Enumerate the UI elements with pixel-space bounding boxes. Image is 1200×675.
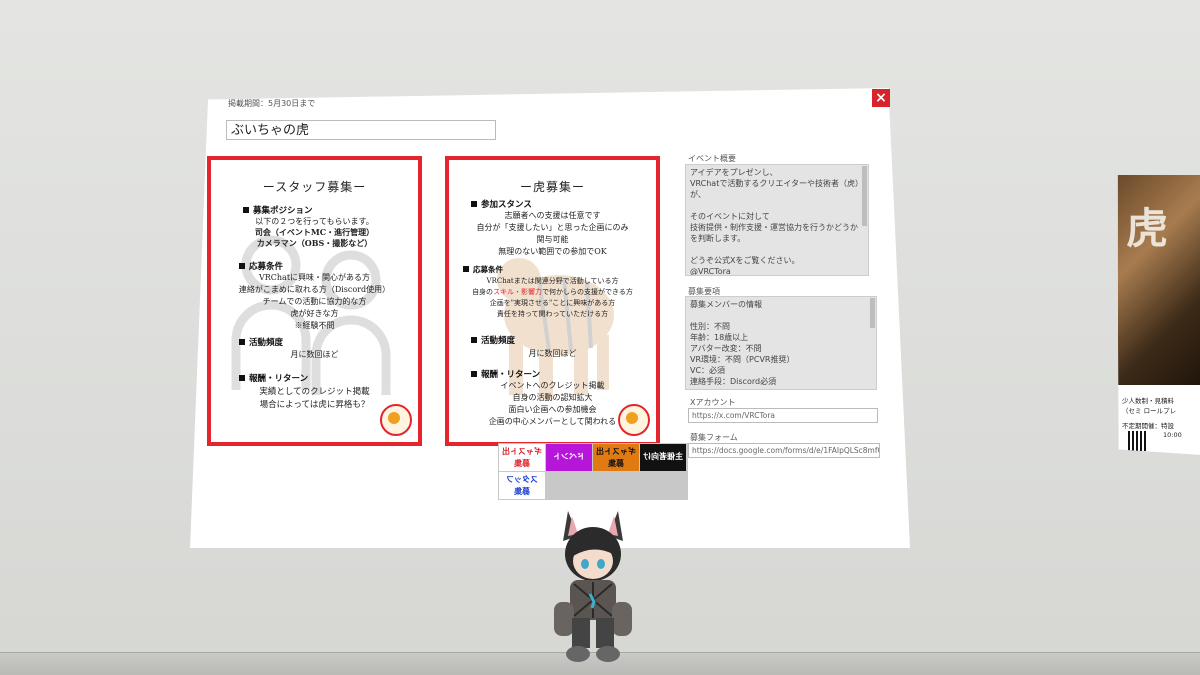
tiger-section-heading: 参加スタンス [471, 198, 532, 210]
staff-line: VRChatに興味・関心がある方 [258, 273, 371, 282]
textarea-line: 募集メンバーの情報 [690, 300, 762, 309]
textarea-line: アイデアをプレゼンし、 [690, 168, 778, 177]
poster-text: 少人数制・見積料 [1122, 397, 1174, 405]
textarea-line: を判断します。 [690, 234, 746, 243]
tiger-line: 責任を持って関わっていただける方 [496, 310, 609, 318]
textarea-line: 技術提供・制作支援・運営協力を行うかどうか [690, 223, 858, 232]
tiger-line: 関与可能 [536, 235, 569, 244]
avatar [554, 511, 632, 662]
staff-line: 連絡がこまめに取れる方（Discord使用） [238, 285, 391, 294]
form-url-field[interactable]: https://docs.google.com/forms/d/e/1FAIpQ… [688, 443, 880, 458]
staff-line: 司会（イベントMC・進行管理） [254, 227, 375, 237]
textarea-line: 連絡手段：Discord必須 [690, 377, 777, 386]
side-event-poster: 虎 少人数制・見積料 （セミ ロールプレ 不定期開催：特設 10:00 [1117, 175, 1200, 455]
category-button-grid: ギャスト出 募集 ドベント ギャスト出 募集 主催者向け スタッフ 募集 [498, 443, 688, 500]
event-logo-icon [380, 404, 412, 436]
qr-code-icon [1128, 431, 1148, 451]
tiger-section-heading: 応募条件 [463, 264, 503, 275]
category-organizer-button[interactable]: 主催者向け [640, 444, 686, 471]
x-account-field[interactable]: https://x.com/VRCTora [688, 408, 878, 423]
textarea-line: VC：必須 [690, 366, 726, 375]
poster-text: 不定期開催：特設 [1122, 422, 1174, 430]
category-guest-recruit-alt-button[interactable]: ギャスト出 募集 [593, 444, 639, 471]
close-button[interactable]: × [872, 89, 890, 107]
scrollbar[interactable] [862, 166, 867, 226]
tiger-section-heading: 活動頻度 [471, 334, 515, 346]
textarea-line [690, 244, 864, 255]
staff-section-heading: 募集ポジション [243, 204, 313, 216]
textarea-line [690, 310, 872, 321]
staff-line: チームでの活動に協力的な方 [262, 297, 367, 306]
poster-brush-text: 虎 [1126, 204, 1169, 253]
tiger-line: 自身の活動の認知拡大 [512, 393, 593, 402]
textarea-line: そのイベントに対して [690, 212, 770, 221]
textarea-line: VRChatで活動するクリエイターや技術者（虎） [690, 179, 864, 188]
tiger-line: 月に数回ほど [528, 349, 577, 358]
tiger-line: 志願者への支援は任意です [504, 211, 601, 220]
staff-line: カメラマン（OBS・撮影など） [256, 238, 373, 248]
tiger-line: VRChatまたは関連分野で活動している方 [486, 277, 619, 285]
tiger-flyer-title: ー虎募集ー [519, 180, 585, 194]
tiger-line: 無理のない範囲での参加でOK [498, 247, 607, 256]
staff-section-heading: 活動頻度 [239, 336, 283, 348]
tiger-line: 自身のスキル・影響力で何かしらの支援ができる方 [472, 288, 633, 296]
tiger-line: 企画を"実現させる"ことに興味がある方 [489, 299, 616, 307]
event-logo-icon [618, 404, 650, 436]
staff-line: ※経験不問 [294, 321, 335, 330]
staff-line: 月に数回ほど [290, 350, 339, 359]
poster-text: （セミ ロールプレ [1122, 407, 1177, 415]
staff-line: 実績としてのクレジット掲載 [259, 387, 370, 397]
tiger-recruit-flyer: ー虎募集ー 参加スタンス 志願者への支援は任意です 自分が「支援したい」と思った… [445, 156, 660, 446]
textarea-line: が、 [690, 190, 706, 199]
staff-flyer-title: ースタッフ募集ー [262, 180, 367, 194]
category-guest-recruit-button[interactable]: ギャスト出 募集 [499, 444, 545, 471]
textarea-line: アバター改変：不問 [690, 344, 762, 353]
tiger-line: 自分が「支援したい」と思った企画にのみ [476, 223, 629, 232]
textarea-line [690, 200, 864, 211]
requirements-textarea[interactable]: 募集メンバーの情報 性別：不問年齢：18歳以上アバター改変：不問 VR環境：不問（… [685, 296, 877, 390]
staff-section-heading: 応募条件 [239, 260, 283, 272]
staff-section-heading: 報酬・リターン [239, 372, 308, 384]
category-event-button[interactable]: ドベント [546, 444, 592, 471]
textarea-line: 性別：不問 [690, 322, 730, 331]
form-label: 募集フォーム [690, 433, 738, 442]
deadline-text: 掲載期間：5月30日まで [228, 99, 316, 108]
tiger-section-heading: 報酬・リターン [471, 368, 540, 380]
tiger-line: イベントへのクレジット掲載 [500, 381, 605, 390]
event-overview-label: イベント概要 [688, 154, 736, 163]
category-staff-recruit-button[interactable]: スタッフ 募集 [499, 472, 545, 499]
staff-recruit-flyer: ースタッフ募集ー 募集ポジション 以下の２つを行ってもらいます。 司会（イベント… [207, 156, 422, 446]
textarea-line: 年齢：18歳以上 [690, 333, 749, 342]
textarea-line: VR環境：不問（PCVR推奨） [690, 355, 795, 364]
event-overview-textarea[interactable]: アイデアをプレゼンし、 VRChatで活動するクリエイターや技術者（虎） が、 その… [685, 164, 869, 276]
board-title-field[interactable]: ぶいちゃの虎 [226, 120, 496, 140]
textarea-line: @VRCTora [690, 267, 731, 276]
poster-image: 虎 [1118, 175, 1200, 385]
x-account-label: Xアカウント [690, 398, 736, 407]
staff-line: 以下の２つを行ってもらいます。 [255, 217, 374, 226]
poster-text: 10:00 [1163, 431, 1182, 439]
textarea-line: どうぞ公式Xをご覧ください。 [690, 256, 800, 265]
scrollbar[interactable] [870, 298, 875, 328]
staff-line: 虎が好きな方 [290, 309, 339, 318]
